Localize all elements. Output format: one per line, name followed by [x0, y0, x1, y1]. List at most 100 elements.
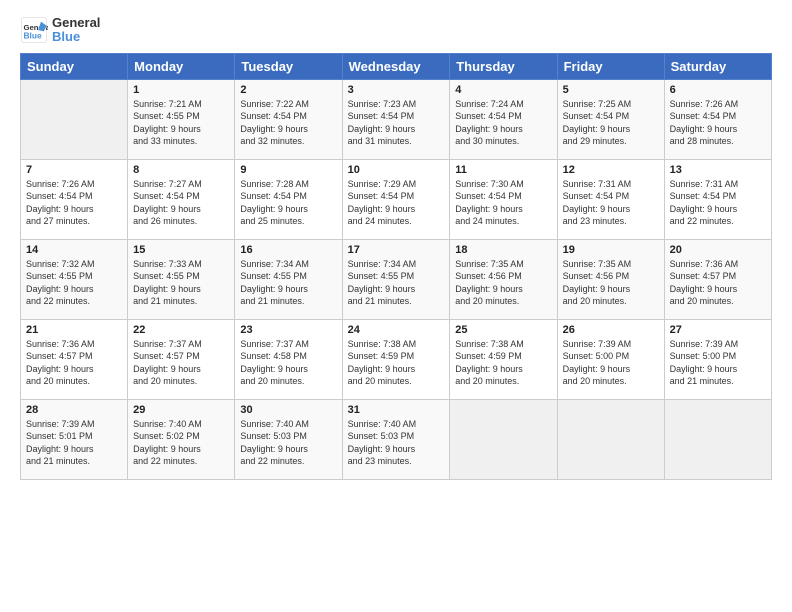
- day-number: 10: [348, 164, 445, 176]
- day-number: 5: [563, 84, 659, 96]
- day-number: 6: [670, 84, 766, 96]
- day-info: Sunrise: 7:22 AM Sunset: 4:54 PM Dayligh…: [240, 98, 336, 148]
- weekday-header: Thursday: [450, 53, 557, 79]
- calendar-day: 9 Sunrise: 7:28 AM Sunset: 4:54 PM Daylig…: [235, 159, 342, 239]
- day-info: Sunrise: 7:37 AM Sunset: 4:58 PM Dayligh…: [240, 338, 336, 388]
- calendar-day: 7 Sunrise: 7:26 AM Sunset: 4:54 PM Daylig…: [21, 159, 128, 239]
- calendar-body: 1 Sunrise: 7:21 AM Sunset: 4:55 PM Daylig…: [21, 79, 772, 479]
- day-info: Sunrise: 7:27 AM Sunset: 4:54 PM Dayligh…: [133, 178, 229, 228]
- weekday-header: Wednesday: [342, 53, 450, 79]
- day-info: Sunrise: 7:39 AM Sunset: 5:00 PM Dayligh…: [670, 338, 766, 388]
- calendar-day: 6Sunrise: 7:26 AM Sunset: 4:54 PM Daylig…: [664, 79, 771, 159]
- calendar-day: 16 Sunrise: 7:34 AM Sunset: 4:55 PM Dayli…: [235, 239, 342, 319]
- calendar-day: 21 Sunrise: 7:36 AM Sunset: 4:57 PM Dayli…: [21, 319, 128, 399]
- day-number: 14: [26, 244, 122, 256]
- day-info: Sunrise: 7:23 AM Sunset: 4:54 PM Dayligh…: [348, 98, 445, 148]
- calendar-week: 21 Sunrise: 7:36 AM Sunset: 4:57 PM Dayli…: [21, 319, 772, 399]
- day-info: Sunrise: 7:36 AM Sunset: 4:57 PM Dayligh…: [670, 258, 766, 308]
- calendar-day: 18 Sunrise: 7:35 AM Sunset: 4:56 PM Dayli…: [450, 239, 557, 319]
- weekday-header: Tuesday: [235, 53, 342, 79]
- calendar-day: [450, 399, 557, 479]
- calendar-day: 19 Sunrise: 7:35 AM Sunset: 4:56 PM Dayli…: [557, 239, 664, 319]
- day-number: 27: [670, 324, 766, 336]
- day-number: 9: [240, 164, 336, 176]
- day-number: 25: [455, 324, 551, 336]
- day-info: Sunrise: 7:35 AM Sunset: 4:56 PM Dayligh…: [455, 258, 551, 308]
- day-number: 4: [455, 84, 551, 96]
- day-number: 12: [563, 164, 659, 176]
- day-info: Sunrise: 7:31 AM Sunset: 4:54 PM Dayligh…: [563, 178, 659, 228]
- day-info: Sunrise: 7:29 AM Sunset: 4:54 PM Dayligh…: [348, 178, 445, 228]
- day-number: 19: [563, 244, 659, 256]
- day-info: Sunrise: 7:30 AM Sunset: 4:54 PM Dayligh…: [455, 178, 551, 228]
- day-info: Sunrise: 7:36 AM Sunset: 4:57 PM Dayligh…: [26, 338, 122, 388]
- weekday-header: Friday: [557, 53, 664, 79]
- calendar-day: 22Sunrise: 7:37 AM Sunset: 4:57 PM Dayli…: [128, 319, 235, 399]
- day-number: 20: [670, 244, 766, 256]
- calendar-header: SundayMondayTuesdayWednesdayThursdayFrid…: [21, 53, 772, 79]
- calendar-week: 7 Sunrise: 7:26 AM Sunset: 4:54 PM Daylig…: [21, 159, 772, 239]
- day-number: 30: [240, 404, 336, 416]
- day-info: Sunrise: 7:40 AM Sunset: 5:03 PM Dayligh…: [348, 418, 445, 468]
- calendar-day: 23Sunrise: 7:37 AM Sunset: 4:58 PM Dayli…: [235, 319, 342, 399]
- calendar-week: 1 Sunrise: 7:21 AM Sunset: 4:55 PM Daylig…: [21, 79, 772, 159]
- calendar-day: 24Sunrise: 7:38 AM Sunset: 4:59 PM Dayli…: [342, 319, 450, 399]
- calendar-day: 17Sunrise: 7:34 AM Sunset: 4:55 PM Dayli…: [342, 239, 450, 319]
- day-number: 13: [670, 164, 766, 176]
- calendar-day: 8Sunrise: 7:27 AM Sunset: 4:54 PM Daylig…: [128, 159, 235, 239]
- day-info: Sunrise: 7:24 AM Sunset: 4:54 PM Dayligh…: [455, 98, 551, 148]
- svg-text:Blue: Blue: [24, 31, 42, 41]
- day-number: 29: [133, 404, 229, 416]
- day-info: Sunrise: 7:40 AM Sunset: 5:03 PM Dayligh…: [240, 418, 336, 468]
- day-number: 15: [133, 244, 229, 256]
- calendar-day: 20 Sunrise: 7:36 AM Sunset: 4:57 PM Dayli…: [664, 239, 771, 319]
- day-info: Sunrise: 7:39 AM Sunset: 5:01 PM Dayligh…: [26, 418, 122, 468]
- calendar-day: 30 Sunrise: 7:40 AM Sunset: 5:03 PM Dayli…: [235, 399, 342, 479]
- day-info: Sunrise: 7:28 AM Sunset: 4:54 PM Dayligh…: [240, 178, 336, 228]
- day-info: Sunrise: 7:32 AM Sunset: 4:55 PM Dayligh…: [26, 258, 122, 308]
- day-info: Sunrise: 7:38 AM Sunset: 4:59 PM Dayligh…: [348, 338, 445, 388]
- calendar-day: 2 Sunrise: 7:22 AM Sunset: 4:54 PM Daylig…: [235, 79, 342, 159]
- day-info: Sunrise: 7:34 AM Sunset: 4:55 PM Dayligh…: [348, 258, 445, 308]
- day-info: Sunrise: 7:39 AM Sunset: 5:00 PM Dayligh…: [563, 338, 659, 388]
- calendar-day: 11 Sunrise: 7:30 AM Sunset: 4:54 PM Dayli…: [450, 159, 557, 239]
- calendar-week: 14 Sunrise: 7:32 AM Sunset: 4:55 PM Dayli…: [21, 239, 772, 319]
- calendar-day: 13 Sunrise: 7:31 AM Sunset: 4:54 PM Dayli…: [664, 159, 771, 239]
- day-info: Sunrise: 7:35 AM Sunset: 4:56 PM Dayligh…: [563, 258, 659, 308]
- day-number: 11: [455, 164, 551, 176]
- day-number: 1: [133, 84, 229, 96]
- weekday-header: Saturday: [664, 53, 771, 79]
- calendar-day: 28 Sunrise: 7:39 AM Sunset: 5:01 PM Dayli…: [21, 399, 128, 479]
- day-info: Sunrise: 7:33 AM Sunset: 4:55 PM Dayligh…: [133, 258, 229, 308]
- day-info: Sunrise: 7:25 AM Sunset: 4:54 PM Dayligh…: [563, 98, 659, 148]
- calendar-day: [557, 399, 664, 479]
- calendar-day: 5 Sunrise: 7:25 AM Sunset: 4:54 PM Daylig…: [557, 79, 664, 159]
- day-number: 3: [348, 84, 445, 96]
- day-info: Sunrise: 7:34 AM Sunset: 4:55 PM Dayligh…: [240, 258, 336, 308]
- day-number: 2: [240, 84, 336, 96]
- calendar-day: 15 Sunrise: 7:33 AM Sunset: 4:55 PM Dayli…: [128, 239, 235, 319]
- calendar-day: 27 Sunrise: 7:39 AM Sunset: 5:00 PM Dayli…: [664, 319, 771, 399]
- day-info: Sunrise: 7:40 AM Sunset: 5:02 PM Dayligh…: [133, 418, 229, 468]
- calendar-day: 29 Sunrise: 7:40 AM Sunset: 5:02 PM Dayli…: [128, 399, 235, 479]
- day-info: Sunrise: 7:21 AM Sunset: 4:55 PM Dayligh…: [133, 98, 229, 148]
- day-number: 16: [240, 244, 336, 256]
- day-number: 21: [26, 324, 122, 336]
- day-info: Sunrise: 7:26 AM Sunset: 4:54 PM Dayligh…: [26, 178, 122, 228]
- calendar-day: 3 Sunrise: 7:23 AM Sunset: 4:54 PM Daylig…: [342, 79, 450, 159]
- day-info: Sunrise: 7:38 AM Sunset: 4:59 PM Dayligh…: [455, 338, 551, 388]
- day-number: 22: [133, 324, 229, 336]
- calendar-day: 1 Sunrise: 7:21 AM Sunset: 4:55 PM Daylig…: [128, 79, 235, 159]
- day-number: 18: [455, 244, 551, 256]
- day-number: 7: [26, 164, 122, 176]
- logo-blue: Blue: [52, 30, 100, 44]
- calendar-day: 31Sunrise: 7:40 AM Sunset: 5:03 PM Dayli…: [342, 399, 450, 479]
- weekday-header: Monday: [128, 53, 235, 79]
- calendar-day: 4 Sunrise: 7:24 AM Sunset: 4:54 PM Daylig…: [450, 79, 557, 159]
- header: General Blue General Blue: [20, 16, 772, 45]
- day-info: Sunrise: 7:31 AM Sunset: 4:54 PM Dayligh…: [670, 178, 766, 228]
- logo: General Blue General Blue: [20, 16, 100, 45]
- day-number: 28: [26, 404, 122, 416]
- calendar-day: 10 Sunrise: 7:29 AM Sunset: 4:54 PM Dayli…: [342, 159, 450, 239]
- calendar-day: 12 Sunrise: 7:31 AM Sunset: 4:54 PM Dayli…: [557, 159, 664, 239]
